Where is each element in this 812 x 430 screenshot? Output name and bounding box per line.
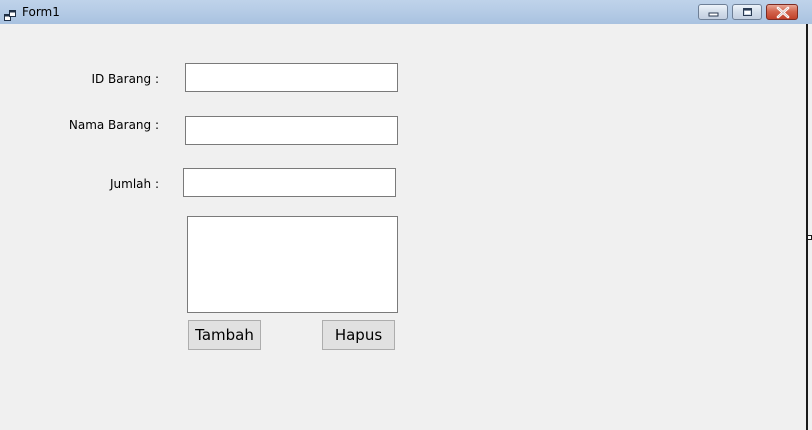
form-app-icon [4, 6, 16, 21]
id-barang-label: ID Barang : [91, 72, 159, 86]
tambah-button[interactable]: Tambah [188, 320, 261, 350]
minimize-icon [708, 12, 719, 17]
nama-barang-input[interactable] [185, 116, 398, 145]
items-list-box[interactable] [187, 216, 398, 313]
maximize-button[interactable] [732, 4, 762, 20]
jumlah-label: Jumlah : [110, 177, 159, 191]
title-bar[interactable]: Form1 [0, 0, 812, 24]
window-border-line [806, 24, 808, 430]
close-button[interactable] [766, 4, 798, 20]
jumlah-input[interactable] [183, 168, 396, 197]
minimize-button[interactable] [698, 4, 728, 20]
maximize-icon [743, 8, 752, 16]
resize-handle[interactable] [807, 235, 812, 240]
id-barang-input[interactable] [185, 63, 398, 92]
window-title: Form1 [22, 5, 60, 19]
nama-barang-label: Nama Barang : [68, 118, 159, 132]
close-icon [776, 6, 790, 19]
form1-window: Form1 ID Barang : Nama Barang : Jumlah :… [0, 0, 812, 430]
hapus-button[interactable]: Hapus [322, 320, 395, 350]
